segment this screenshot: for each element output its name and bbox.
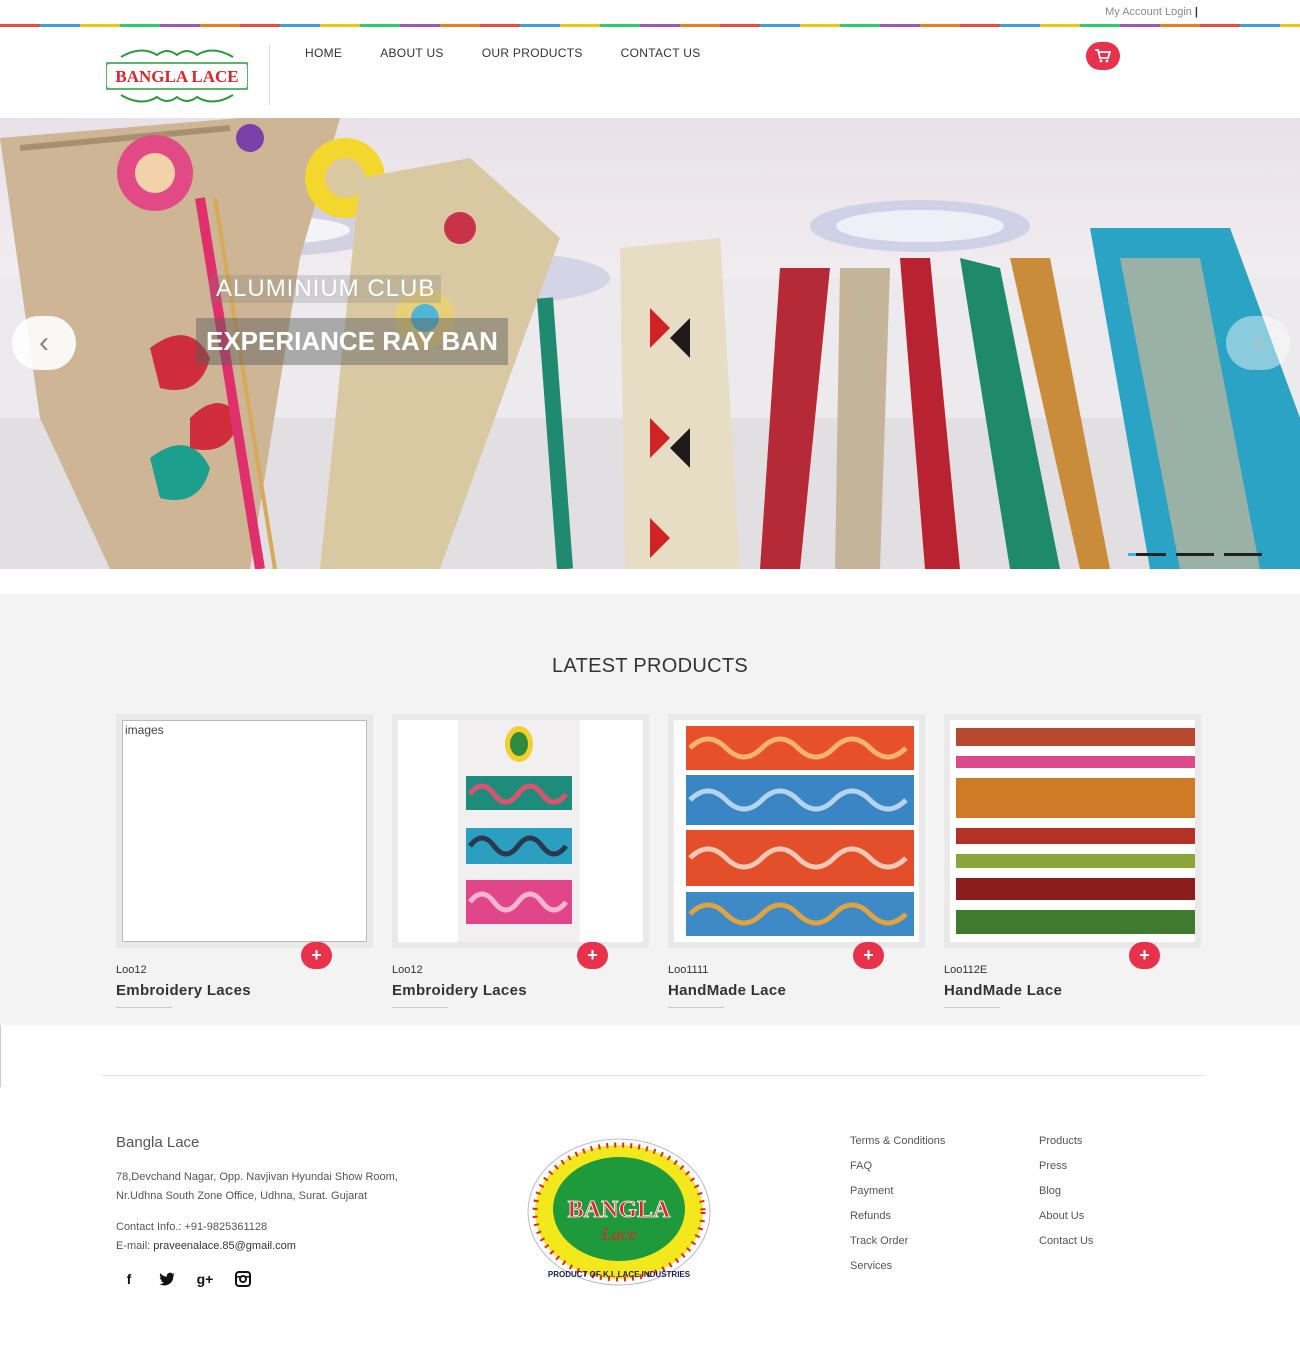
product-underline	[392, 1007, 448, 1008]
product-code: Loo12	[392, 964, 423, 976]
hero-caption-top: ALUMINIUM CLUB	[210, 275, 442, 303]
product-code: Loo112E	[944, 964, 988, 976]
email-label: E-mail:	[116, 1240, 151, 1252]
separator: |	[1194, 6, 1198, 18]
add-to-cart-button[interactable]: +	[301, 942, 332, 969]
logo-divider	[269, 45, 270, 105]
footer-logo-text: BANGLA	[568, 1197, 671, 1223]
bangla-lace-logo[interactable]: BANGLA LACE	[101, 45, 253, 107]
add-to-cart-button[interactable]: +	[577, 942, 608, 969]
product-name[interactable]: Embroidery Laces	[392, 982, 527, 999]
slider-dot-2[interactable]	[1176, 553, 1214, 556]
instagram-icon[interactable]	[234, 1270, 252, 1288]
product-underline	[668, 1007, 724, 1008]
latest-products-section: LATEST PRODUCTS images + Loo12 Embroider…	[0, 594, 1300, 1025]
footer-link-contact-us[interactable]: Contact Us	[1039, 1229, 1093, 1254]
product-image[interactable]: images	[122, 720, 367, 942]
footer-links-col-2: Products Press Blog About Us Contact Us	[1039, 1129, 1093, 1254]
address-line: 78,Devchand Nagar, Opp. Navjivan Hyundai…	[116, 1171, 398, 1183]
product-image-frame: images	[116, 714, 373, 948]
footer-link-faq[interactable]: FAQ	[850, 1154, 945, 1179]
slider-prev-button[interactable]: ‹	[12, 316, 76, 370]
footer-logo[interactable]: BANGLA Lace PRODUCT OF K.I. LACE INDUSTR…	[526, 1137, 712, 1287]
product-image[interactable]	[950, 720, 1195, 942]
login-label[interactable]: My Account Login	[1105, 6, 1192, 18]
nav-home[interactable]: HOME	[305, 46, 342, 60]
footer-link-blog[interactable]: Blog	[1039, 1179, 1093, 1204]
image-alt-text: images	[125, 723, 164, 737]
footer-link-track-order[interactable]: Track Order	[850, 1229, 945, 1254]
footer-link-services[interactable]: Services	[850, 1254, 945, 1279]
contact-email-row: E-mail: praveenalace.85@gmail.com	[116, 1237, 296, 1256]
handmade-lace-swatch	[674, 720, 919, 942]
product-card[interactable]: images + Loo12 Embroidery Laces	[116, 714, 373, 1008]
product-name[interactable]: HandMade Lace	[944, 982, 1062, 999]
logo-text: BANGLA LACE	[115, 67, 238, 86]
product-name[interactable]: HandMade Lace	[668, 982, 786, 999]
product-image-frame	[944, 714, 1201, 948]
slider-next-button[interactable]: ›	[1226, 316, 1290, 370]
slider-dot-1[interactable]	[1128, 553, 1166, 556]
product-underline	[116, 1007, 172, 1008]
nav-contact-us[interactable]: CONTACT US	[621, 46, 701, 60]
google-plus-icon[interactable]: g+	[196, 1270, 214, 1288]
handmade-lace-swatch	[950, 720, 1195, 942]
site-header: BANGLA LACE HOME ABOUT US OUR PRODUCTS C…	[0, 27, 1300, 118]
footer-link-terms[interactable]: Terms & Conditions	[850, 1129, 945, 1154]
facebook-icon[interactable]: f	[120, 1270, 138, 1288]
footer-link-refunds[interactable]: Refunds	[850, 1204, 945, 1229]
product-image[interactable]	[674, 720, 919, 942]
footer-link-about-us[interactable]: About Us	[1039, 1204, 1093, 1229]
nav-about-us[interactable]: ABOUT US	[380, 46, 444, 60]
slider-indicators	[1128, 553, 1262, 556]
add-to-cart-button[interactable]: +	[1129, 942, 1160, 969]
footer-address: 78,Devchand Nagar, Opp. Navjivan Hyundai…	[116, 1168, 456, 1206]
left-border-line	[0, 1025, 1, 1087]
hero-caption-main: EXPERIANCE RAY BAN	[196, 318, 508, 365]
add-to-cart-button[interactable]: +	[853, 942, 884, 969]
slider-dot-3[interactable]	[1224, 553, 1262, 556]
footer-logo-ring-text: PRODUCT OF K.I. LACE INDUSTRIES	[548, 1270, 691, 1279]
product-image[interactable]	[398, 720, 643, 942]
product-image-frame	[392, 714, 649, 948]
footer-links-col-1: Terms & Conditions FAQ Payment Refunds T…	[850, 1129, 945, 1279]
address-line: Nr.Udhna South Zone Office, Udhna, Surat…	[116, 1190, 368, 1202]
nav-our-products[interactable]: OUR PRODUCTS	[482, 46, 583, 60]
main-nav: HOME ABOUT US OUR PRODUCTS CONTACT US	[305, 46, 739, 60]
twitter-icon[interactable]	[158, 1270, 176, 1288]
embroidery-lace-swatch	[458, 720, 580, 942]
footer-divider	[102, 1075, 1204, 1076]
account-login-link[interactable]: My Account Login |	[1105, 6, 1198, 18]
product-name[interactable]: Embroidery Laces	[116, 982, 251, 999]
hero-slider: ALUMINIUM CLUB EXPERIANCE RAY BAN ‹ ›	[0, 118, 1300, 569]
top-bar: My Account Login |	[0, 0, 1300, 24]
shopping-cart-icon	[1095, 49, 1111, 63]
product-code: Loo12	[116, 964, 147, 976]
email-link[interactable]: praveenalace.85@gmail.com	[153, 1240, 296, 1252]
contact-phone: Contact Info.: +91-9825361128	[116, 1221, 268, 1233]
social-links: f g+	[120, 1270, 252, 1288]
footer-link-press[interactable]: Press	[1039, 1154, 1093, 1179]
product-code: Loo1111	[668, 964, 709, 976]
broken-image-placeholder: images	[122, 720, 367, 942]
cart-button[interactable]	[1086, 42, 1120, 70]
product-image-frame	[668, 714, 925, 948]
hero-image	[0, 118, 1300, 569]
footer-logo-subtext: Lace	[601, 1224, 637, 1244]
product-card[interactable]: + Loo1111 HandMade Lace	[668, 714, 925, 1008]
product-underline	[944, 1007, 1000, 1008]
section-title: LATEST PRODUCTS	[551, 655, 748, 677]
footer-brand: Bangla Lace	[116, 1134, 200, 1151]
footer-link-payment[interactable]: Payment	[850, 1179, 945, 1204]
chevron-left-icon: ‹	[39, 326, 49, 359]
footer-link-products[interactable]: Products	[1039, 1129, 1093, 1154]
product-card[interactable]: + Loo112E HandMade Lace	[944, 714, 1201, 1008]
chevron-right-icon: ›	[1253, 326, 1263, 359]
product-card[interactable]: + Loo12 Embroidery Laces	[392, 714, 649, 1008]
footer-contact: Contact Info.: +91-9825361128 E-mail: pr…	[116, 1218, 296, 1256]
